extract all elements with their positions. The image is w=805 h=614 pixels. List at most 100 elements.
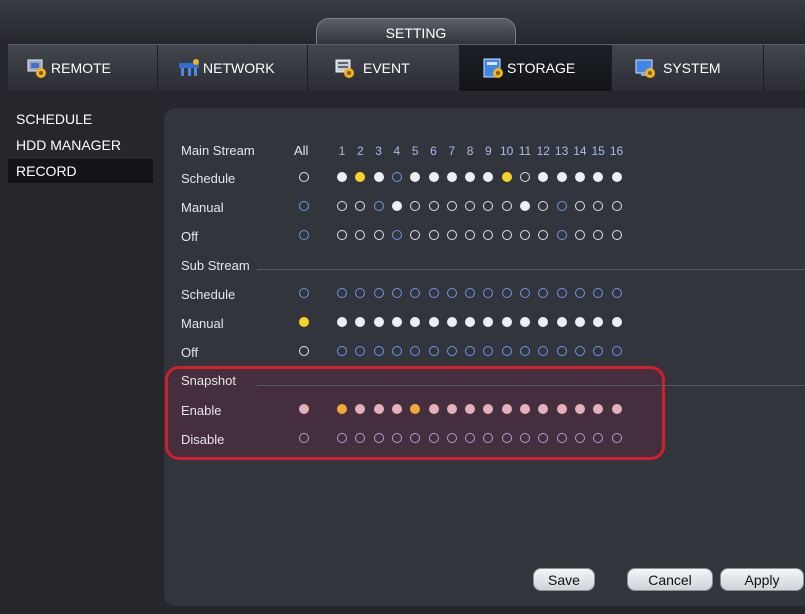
radio-main_manual-ch10[interactable] [501, 201, 512, 211]
radio-main_schedule-ch3[interactable] [373, 172, 384, 182]
radio-main_manual-ch11[interactable] [520, 201, 530, 211]
radio-snap_enable-ch4[interactable] [391, 404, 402, 414]
radio-main_off-ch14[interactable] [574, 230, 585, 240]
radio-sub_off-ch11[interactable] [520, 346, 530, 356]
radio-main_manual-ch3[interactable] [373, 201, 384, 211]
tab-event[interactable]: EVENT [308, 45, 460, 91]
radio-snap_enable-ch10[interactable] [501, 404, 512, 414]
sidebar-item-hdd-manager[interactable]: HDD MANAGER [8, 133, 153, 157]
radio-all-main_schedule[interactable] [299, 172, 309, 182]
radio-sub_manual-ch11[interactable] [520, 317, 530, 327]
radio-sub_manual-ch6[interactable] [428, 317, 439, 327]
radio-sub_manual-ch10[interactable] [501, 317, 512, 327]
cancel-button[interactable]: Cancel [627, 568, 713, 591]
radio-main_manual-ch14[interactable] [574, 201, 585, 211]
radio-main_schedule-ch1[interactable] [337, 172, 347, 182]
radio-all-snap_disable[interactable] [299, 433, 309, 443]
radio-sub_off-ch1[interactable] [337, 346, 347, 356]
radio-main_schedule-ch6[interactable] [428, 172, 439, 182]
radio-main_off-ch3[interactable] [373, 230, 384, 240]
radio-sub_schedule-ch10[interactable] [501, 288, 512, 298]
radio-sub_manual-ch7[interactable] [446, 317, 457, 327]
radio-main_manual-ch16[interactable] [611, 201, 622, 211]
radio-sub_manual-ch14[interactable] [574, 317, 585, 327]
radio-snap_disable-ch1[interactable] [337, 433, 347, 443]
radio-all-sub_manual[interactable] [299, 317, 309, 327]
sidebar-item-record[interactable]: RECORD [8, 159, 153, 183]
radio-main_schedule-ch7[interactable] [446, 172, 457, 182]
radio-main_schedule-ch4[interactable] [391, 172, 402, 182]
radio-snap_disable-ch10[interactable] [501, 433, 512, 443]
radio-snap_enable-ch1[interactable] [337, 404, 347, 414]
radio-main_off-ch10[interactable] [501, 230, 512, 240]
radio-sub_manual-ch16[interactable] [611, 317, 622, 327]
radio-main_off-ch1[interactable] [337, 230, 347, 240]
radio-sub_off-ch16[interactable] [611, 346, 622, 356]
radio-sub_off-ch4[interactable] [391, 346, 402, 356]
radio-sub_manual-ch13[interactable] [556, 317, 567, 327]
radio-snap_enable-ch16[interactable] [611, 404, 622, 414]
radio-snap_enable-ch11[interactable] [520, 404, 530, 414]
radio-sub_schedule-ch14[interactable] [574, 288, 585, 298]
radio-all-sub_off[interactable] [299, 346, 309, 356]
radio-sub_off-ch13[interactable] [556, 346, 567, 356]
radio-sub_manual-ch1[interactable] [337, 317, 347, 327]
radio-snap_enable-ch6[interactable] [428, 404, 439, 414]
tab-network[interactable]: NETWORK [158, 45, 308, 91]
radio-snap_disable-ch14[interactable] [574, 433, 585, 443]
radio-snap_enable-ch7[interactable] [446, 404, 457, 414]
radio-main_manual-ch7[interactable] [446, 201, 457, 211]
tab-storage[interactable]: STORAGE [460, 45, 612, 91]
radio-sub_manual-ch4[interactable] [391, 317, 402, 327]
save-button[interactable]: Save [533, 568, 595, 591]
radio-sub_manual-ch3[interactable] [373, 317, 384, 327]
sidebar-item-schedule[interactable]: SCHEDULE [8, 107, 153, 131]
radio-main_schedule-ch16[interactable] [611, 172, 622, 182]
radio-main_manual-ch6[interactable] [428, 201, 439, 211]
radio-snap_disable-ch3[interactable] [373, 433, 384, 443]
radio-main_manual-ch4[interactable] [391, 201, 402, 211]
radio-main_off-ch4[interactable] [391, 230, 402, 240]
radio-main_off-ch16[interactable] [611, 230, 622, 240]
radio-main_off-ch7[interactable] [446, 230, 457, 240]
radio-main_manual-ch1[interactable] [337, 201, 347, 211]
radio-main_off-ch11[interactable] [520, 230, 530, 240]
radio-sub_schedule-ch11[interactable] [520, 288, 530, 298]
radio-all-main_off[interactable] [299, 230, 309, 240]
radio-snap_disable-ch4[interactable] [391, 433, 402, 443]
radio-sub_schedule-ch16[interactable] [611, 288, 622, 298]
radio-sub_off-ch10[interactable] [501, 346, 512, 356]
radio-all-main_manual[interactable] [299, 201, 309, 211]
radio-snap_enable-ch14[interactable] [574, 404, 585, 414]
radio-main_schedule-ch10[interactable] [501, 172, 512, 182]
radio-sub_schedule-ch6[interactable] [428, 288, 439, 298]
radio-sub_schedule-ch4[interactable] [391, 288, 402, 298]
tab-network-label: NETWORK [203, 60, 275, 76]
radio-all-sub_schedule[interactable] [299, 288, 309, 298]
radio-sub_schedule-ch3[interactable] [373, 288, 384, 298]
radio-snap_disable-ch13[interactable] [556, 433, 567, 443]
radio-sub_schedule-ch7[interactable] [446, 288, 457, 298]
radio-snap_disable-ch7[interactable] [446, 433, 457, 443]
radio-main_schedule-ch11[interactable] [520, 172, 530, 182]
radio-sub_off-ch14[interactable] [574, 346, 585, 356]
radio-main_schedule-ch14[interactable] [574, 172, 585, 182]
radio-snap_disable-ch16[interactable] [611, 433, 622, 443]
radio-sub_schedule-ch13[interactable] [556, 288, 567, 298]
radio-snap_enable-ch3[interactable] [373, 404, 384, 414]
radio-sub_off-ch6[interactable] [428, 346, 439, 356]
radio-main_off-ch6[interactable] [428, 230, 439, 240]
radio-snap_enable-ch13[interactable] [556, 404, 567, 414]
radio-sub_off-ch3[interactable] [373, 346, 384, 356]
radio-sub_off-ch7[interactable] [446, 346, 457, 356]
radio-all-snap_enable[interactable] [299, 404, 309, 414]
radio-main_manual-ch13[interactable] [556, 201, 567, 211]
apply-button[interactable]: Apply [720, 568, 804, 591]
radio-main_off-ch13[interactable] [556, 230, 567, 240]
tab-remote[interactable]: REMOTE [8, 45, 158, 91]
radio-sub_schedule-ch1[interactable] [337, 288, 347, 298]
tab-system[interactable]: SYSTEM [612, 45, 764, 91]
radio-main_schedule-ch13[interactable] [556, 172, 567, 182]
radio-snap_disable-ch11[interactable] [520, 433, 530, 443]
radio-snap_disable-ch6[interactable] [428, 433, 439, 443]
